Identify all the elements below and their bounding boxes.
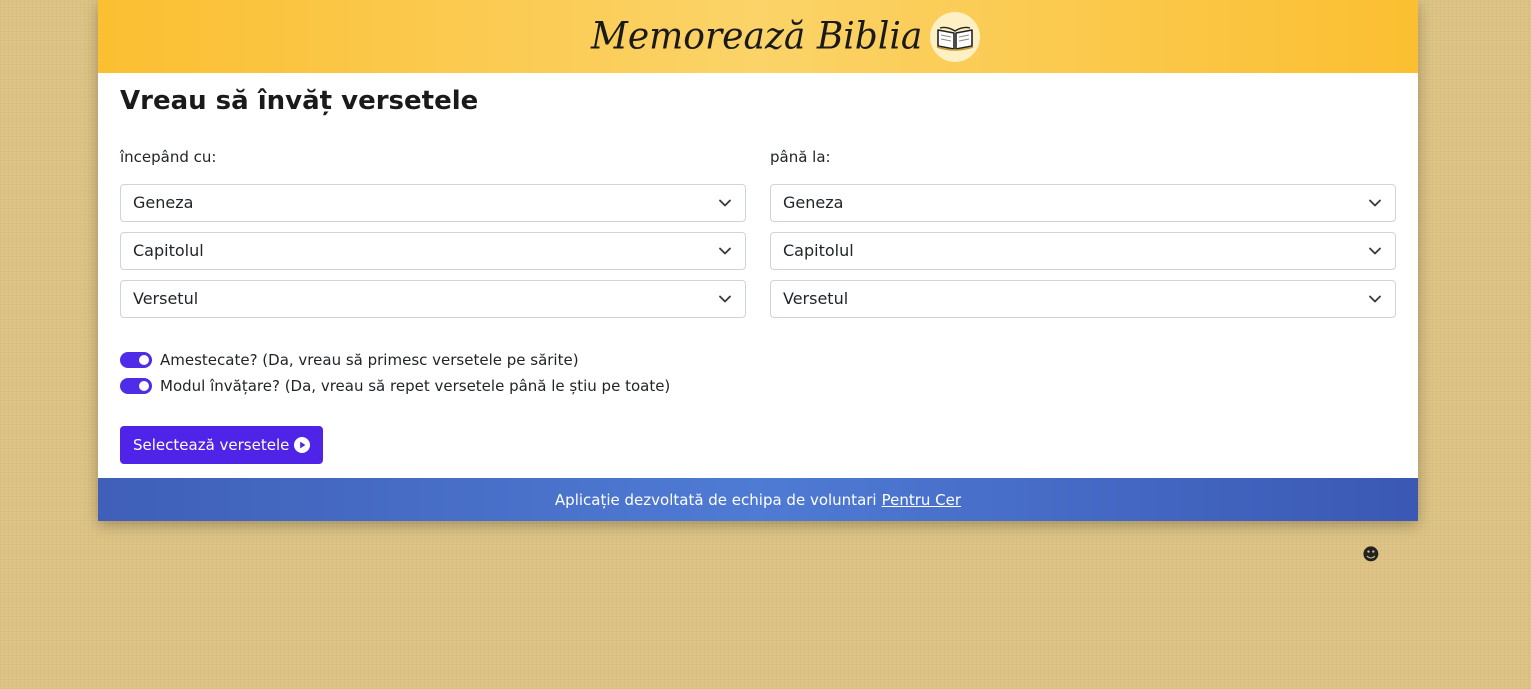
- to-label: până la:: [770, 148, 831, 166]
- shuffle-label: Amestecate? (Da, vreau să primesc verset…: [160, 351, 579, 369]
- page-title: Vreau să învăț versetele: [120, 86, 479, 116]
- from-book-value: Geneza: [133, 193, 194, 212]
- to-book-value: Geneza: [783, 193, 844, 212]
- select-verses-label: Selectează versetele: [133, 436, 290, 454]
- learn-mode-toggle-row[interactable]: Modul învățare? (Da, vreau să repet vers…: [120, 375, 670, 397]
- app-footer: Aplicație dezvoltată de echipa de volunt…: [98, 478, 1418, 521]
- chevron-down-icon: [1369, 247, 1381, 255]
- switch-knob: [139, 381, 149, 391]
- to-verse-select[interactable]: Versetul: [770, 280, 1396, 318]
- smiley-icon[interactable]: ☻: [1362, 546, 1380, 564]
- chevron-down-icon: [1369, 199, 1381, 207]
- brand[interactable]: Memorează Biblia: [591, 9, 981, 65]
- footer-text: Aplicație dezvoltată de echipa de volunt…: [554, 490, 877, 509]
- from-label: începând cu:: [120, 148, 217, 166]
- to-chapter-value: Capitolul: [783, 241, 854, 260]
- from-book-select[interactable]: Geneza: [120, 184, 746, 222]
- shuffle-toggle-row[interactable]: Amestecate? (Da, vreau să primesc verset…: [120, 349, 579, 371]
- open-book-icon: [930, 12, 981, 62]
- shuffle-switch[interactable]: [120, 352, 152, 368]
- selection-form: Vreau să învăț versetele începând cu: pâ…: [98, 73, 1418, 478]
- to-verse-value: Versetul: [783, 289, 849, 308]
- select-verses-button[interactable]: Selectează versetele: [120, 426, 324, 464]
- learn-mode-switch[interactable]: [120, 378, 152, 394]
- chevron-down-icon: [719, 199, 731, 207]
- from-verse-select[interactable]: Versetul: [120, 280, 746, 318]
- play-circle-icon: [294, 437, 311, 453]
- from-chapter-select[interactable]: Capitolul: [120, 232, 746, 270]
- app-header: Memorează Biblia: [98, 0, 1418, 73]
- chevron-down-icon: [719, 295, 731, 303]
- main-card: Memorează Biblia Vreau să învăț versetel…: [98, 0, 1418, 521]
- from-verse-value: Versetul: [133, 289, 199, 308]
- learn-mode-label: Modul învățare? (Da, vreau să repet vers…: [160, 377, 671, 395]
- brand-title: Memorează Biblia: [591, 14, 923, 59]
- pentru-cer-link[interactable]: Pentru Cer: [882, 491, 961, 509]
- to-book-select[interactable]: Geneza: [770, 184, 1396, 222]
- chevron-down-icon: [719, 247, 731, 255]
- chevron-down-icon: [1369, 295, 1381, 303]
- switch-knob: [139, 355, 149, 365]
- from-chapter-value: Capitolul: [133, 241, 204, 260]
- to-chapter-select[interactable]: Capitolul: [770, 232, 1396, 270]
